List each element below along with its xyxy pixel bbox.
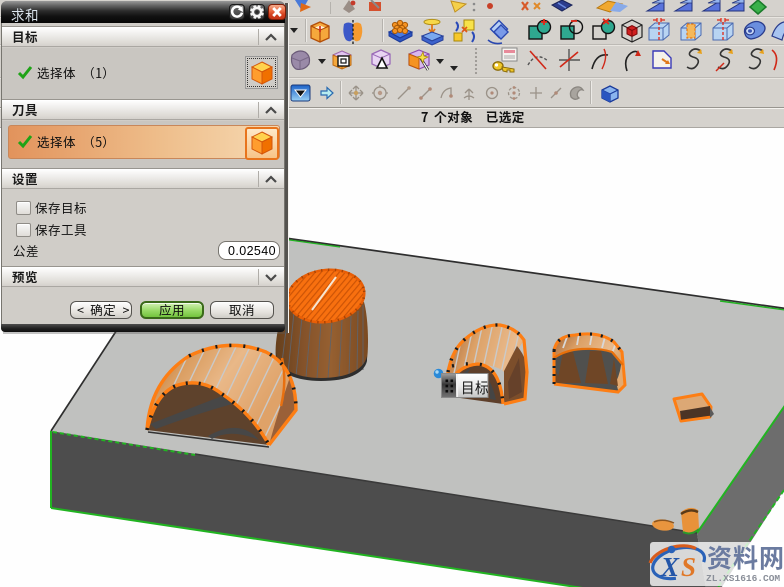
svg-text:S: S xyxy=(681,552,696,582)
svg-text:X: X xyxy=(660,552,680,582)
svg-text:ZL.XS1616.COM: ZL.XS1616.COM xyxy=(706,573,780,584)
